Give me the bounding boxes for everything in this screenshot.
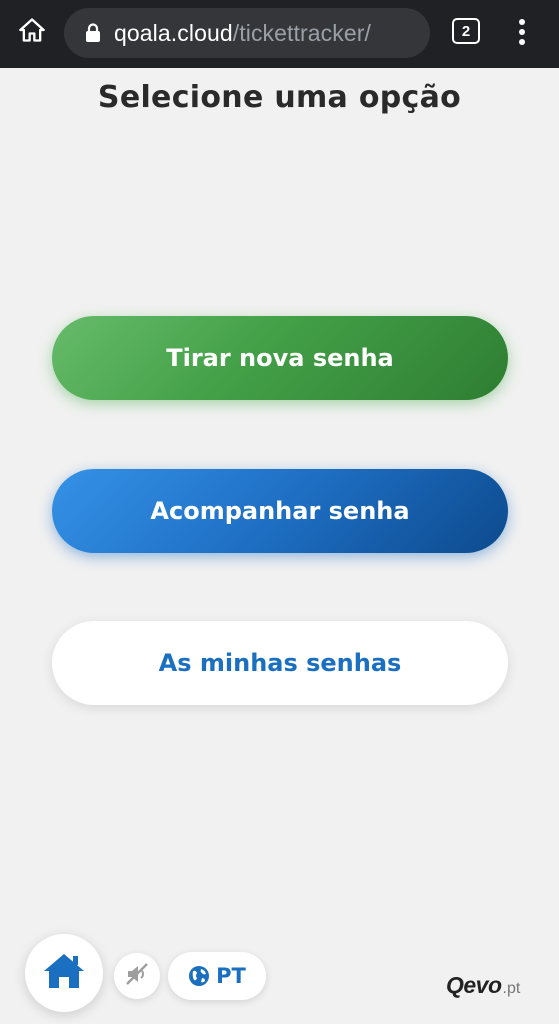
url-path: /tickettracker/	[232, 19, 372, 46]
address-bar[interactable]: qoala.cloud/tickettracker/	[64, 8, 430, 58]
tab-switcher-button[interactable]: 2	[452, 18, 480, 44]
browser-toolbar: qoala.cloud/tickettracker/ 2	[0, 0, 559, 68]
language-button[interactable]: PT	[168, 952, 266, 1000]
more-vert-icon[interactable]	[508, 14, 536, 50]
brand-logo: Qevo .pt	[446, 972, 520, 1002]
browser-home-button[interactable]	[16, 16, 48, 48]
url-text: qoala.cloud/tickettracker/	[114, 20, 371, 47]
home-button[interactable]	[25, 934, 103, 1012]
language-label: PT	[216, 964, 246, 988]
brand-name: Qevo	[446, 972, 502, 998]
new-ticket-button[interactable]: Tirar nova senha	[52, 316, 508, 400]
page-title: Selecione uma opção	[97, 80, 462, 115]
lock-icon	[82, 22, 104, 44]
my-tickets-button[interactable]: As minhas senhas	[52, 621, 508, 705]
sound-toggle-button[interactable]	[114, 953, 160, 999]
url-host: qoala.cloud	[114, 19, 233, 46]
brand-suffix: .pt	[502, 980, 521, 997]
home-icon	[43, 952, 85, 994]
globe-icon	[188, 965, 210, 987]
track-ticket-button[interactable]: Acompanhar senha	[52, 469, 508, 553]
sound-off-icon	[124, 961, 150, 991]
home-icon	[18, 16, 46, 48]
